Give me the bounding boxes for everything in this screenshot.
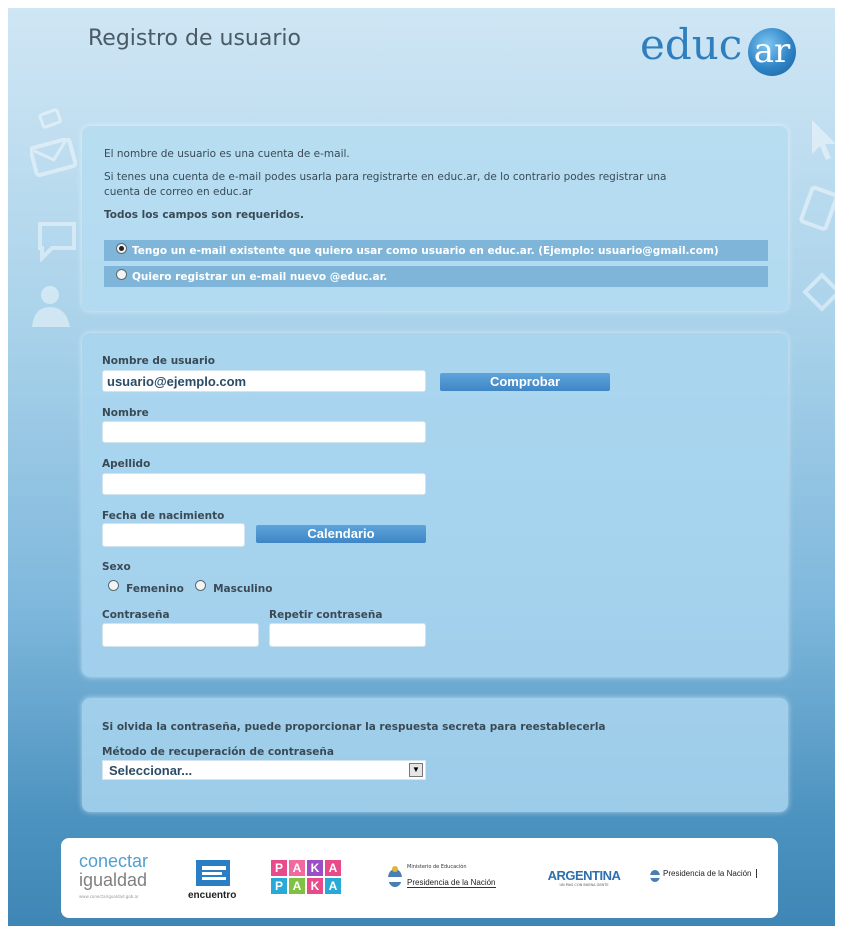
paka-letter: A	[325, 860, 341, 876]
ministerio-main-text: Presidencia de la Nación	[407, 878, 496, 888]
male-radio[interactable]	[195, 580, 206, 591]
option-existing-email[interactable]: Tengo un e-mail existente que quiero usa…	[104, 240, 768, 261]
password-input[interactable]	[102, 623, 259, 647]
coat-of-arms-icon	[388, 866, 402, 887]
option-new-email[interactable]: Quiero registrar un e-mail nuevo @educ.a…	[104, 266, 768, 287]
recovery-hint: Si olvida la contraseña, puede proporcio…	[102, 721, 606, 733]
pakapaka-bottom-row: P A K A	[271, 878, 341, 894]
cursor-decoration-icon	[812, 120, 835, 160]
user-decoration-icon	[32, 286, 70, 327]
new-email-label: Quiero registrar un e-mail nuevo @educ.a…	[132, 271, 388, 283]
paka-letter: A	[289, 860, 305, 876]
new-email-radio[interactable]	[116, 269, 127, 280]
presidencia-text: Presidencia de la Nación	[663, 869, 757, 878]
recovery-panel: Si olvida la contraseña, puede proporcio…	[82, 698, 788, 812]
name-input[interactable]	[102, 421, 426, 443]
conectar-igualdad-logo[interactable]: conectar igualdad www.conectarigualdad.g…	[79, 852, 169, 899]
info-line-1: El nombre de usuario es una cuenta de e-…	[104, 148, 350, 160]
surname-input[interactable]	[102, 473, 426, 495]
name-label: Nombre	[102, 407, 149, 419]
argentina-sub-text: UN PAIS CON BUENA GENTE	[559, 883, 609, 887]
calendar-button[interactable]: Calendario	[256, 525, 426, 543]
recovery-method-label: Método de recuperación de contraseña	[102, 746, 334, 758]
encuentro-icon	[196, 860, 230, 886]
female-radio[interactable]	[108, 580, 119, 591]
chat-decoration-icon	[38, 222, 76, 262]
diamond-decoration-icon	[802, 272, 835, 312]
paka-letter: K	[307, 878, 323, 894]
paka-letter: A	[289, 878, 305, 894]
female-option[interactable]: Femenino	[108, 576, 184, 595]
conectar-url: www.conectarigualdad.gob.ar	[79, 894, 139, 899]
registration-window: Registro de usuario educ ar El nombre de…	[8, 8, 835, 926]
educar-logo[interactable]: educ ar	[640, 18, 800, 78]
male-label: Masculino	[213, 583, 273, 595]
info-line-2: Si tenes una cuenta de e-mail podes usar…	[104, 171, 667, 183]
presidencia-emblem-icon	[650, 870, 660, 882]
required-note: Todos los campos son requeridos.	[104, 209, 304, 221]
chevron-down-icon[interactable]: ▼	[409, 763, 423, 777]
check-username-button[interactable]: Comprobar	[440, 373, 610, 391]
encuentro-text: encuentro	[188, 890, 237, 901]
argentina-text: ARGENTINA	[547, 868, 621, 883]
repeat-password-input[interactable]	[269, 623, 426, 647]
username-label: Nombre de usuario	[102, 355, 215, 367]
envelope-decoration-icon	[30, 138, 78, 178]
username-input[interactable]: usuario@ejemplo.com	[102, 370, 426, 392]
paka-letter: P	[271, 860, 287, 876]
password-label: Contraseña	[102, 609, 170, 621]
pencil-decoration-icon	[799, 186, 835, 231]
info-line-3: cuenta de correo en educ.ar	[104, 186, 253, 198]
birthdate-input[interactable]	[102, 523, 245, 547]
paka-letter: P	[271, 878, 287, 894]
logo-text: educ	[640, 20, 743, 69]
conectar-text: conectar	[79, 851, 149, 871]
paka-letter: A	[325, 878, 341, 894]
surname-label: Apellido	[102, 458, 151, 470]
small-envelope-decoration-icon	[38, 108, 62, 129]
page-title: Registro de usuario	[88, 26, 301, 51]
argentina-logo[interactable]: ARGENTINA UN PAIS CON BUENA GENTE	[539, 868, 629, 887]
sex-label: Sexo	[102, 561, 131, 573]
info-panel: El nombre de usuario es una cuenta de e-…	[82, 126, 788, 311]
existing-email-label: Tengo un e-mail existente que quiero usa…	[132, 245, 719, 257]
encuentro-logo[interactable]: encuentro	[188, 860, 240, 901]
ministerio-small-text: Ministerio de Educación	[407, 864, 467, 870]
repeat-password-label: Repetir contraseña	[269, 609, 383, 621]
user-fields-panel: Nombre de usuario usuario@ejemplo.com Co…	[82, 333, 788, 677]
pakapaka-logo[interactable]: P A K A P A K A	[271, 860, 341, 894]
igualdad-text: igualdad	[79, 870, 148, 890]
recovery-method-value: Seleccionar...	[109, 763, 193, 778]
existing-email-radio[interactable]	[116, 243, 127, 254]
paka-letter: K	[307, 860, 323, 876]
recovery-method-select[interactable]: Seleccionar... ▼	[102, 760, 426, 780]
male-option[interactable]: Masculino	[195, 576, 273, 595]
birthdate-label: Fecha de nacimiento	[102, 510, 225, 522]
female-label: Femenino	[126, 583, 184, 595]
pakapaka-top-row: P A K A	[271, 860, 341, 876]
logo-ball: ar	[748, 28, 796, 76]
footer-logos: conectar igualdad www.conectarigualdad.g…	[61, 838, 778, 918]
